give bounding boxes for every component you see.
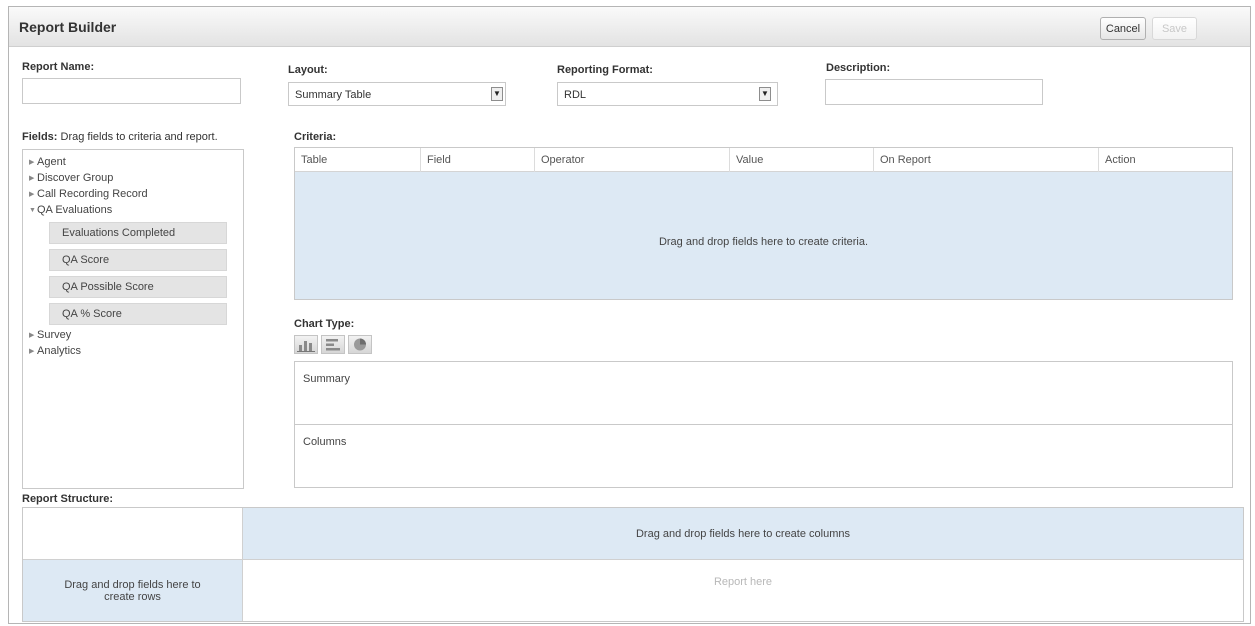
report-builder-window: Report Builder Cancel Save Report Name: … <box>8 6 1251 624</box>
fields-hint: Drag fields to criteria and report. <box>60 131 218 143</box>
report-structure-corner <box>23 508 243 560</box>
columns-drop-zone[interactable]: Columns <box>294 424 1233 488</box>
tree-item-label: QA Evaluations <box>37 204 113 216</box>
report-structure-grid: Drag and drop fields here to create colu… <box>22 507 1244 622</box>
summary-label: Summary <box>303 373 351 385</box>
reporting-format-select[interactable]: RDL <box>557 82 778 106</box>
report-name-input[interactable] <box>22 78 241 104</box>
layout-dropdown-icon[interactable]: ▼ <box>491 87 503 101</box>
field-evaluations-completed[interactable]: Evaluations Completed <box>49 222 227 244</box>
criteria-drop-zone[interactable]: Table Field Operator Value On Report Act… <box>294 147 1233 300</box>
criteria-empty-message: Drag and drop fields here to create crit… <box>658 236 869 248</box>
layout-label: Layout: <box>288 64 328 76</box>
criteria-label: Criteria: <box>294 131 337 143</box>
columns-drop-message: Drag and drop fields here to create colu… <box>635 527 850 540</box>
criteria-col-table: Table <box>301 154 328 166</box>
tree-item-qa-evaluations[interactable]: ▼QA Evaluations <box>29 204 112 216</box>
criteria-col-on-report: On Report <box>873 148 1098 172</box>
report-structure-label: Report Structure: <box>22 493 114 505</box>
tree-item-label: Call Recording Record <box>37 188 148 200</box>
tree-item-survey[interactable]: ▶ Survey <box>29 329 71 341</box>
criteria-col-field: Field <box>420 148 534 172</box>
layout-select[interactable]: Summary Table <box>288 82 506 106</box>
columns-structure-drop-zone[interactable]: Drag and drop fields here to create colu… <box>243 508 1243 560</box>
tree-item-label: Analytics <box>37 345 82 357</box>
criteria-header-row: Table Field Operator Value On Report Act… <box>295 148 1232 172</box>
expand-arrow-icon[interactable]: ▶ <box>29 174 37 182</box>
tree-item-agent[interactable]: ▶ Agent <box>29 156 66 168</box>
collapse-arrow-icon[interactable]: ▼ <box>29 207 37 214</box>
page-title: Report Builder <box>19 19 117 35</box>
fields-label: Fields: <box>22 131 58 143</box>
field-qa-score[interactable]: QA Score <box>49 249 227 271</box>
pie-chart-icon[interactable] <box>348 335 372 354</box>
field-qa-possible-score[interactable]: QA Possible Score <box>49 276 227 298</box>
tree-item-label: Survey <box>37 329 72 341</box>
criteria-col-action: Action <box>1098 148 1232 172</box>
bar-chart-icon[interactable] <box>294 335 318 354</box>
columns-label: Columns <box>303 436 347 448</box>
cancel-button[interactable]: Cancel <box>1100 17 1146 40</box>
summary-drop-zone[interactable]: Summary <box>294 361 1233 425</box>
expand-arrow-icon[interactable]: ▶ <box>29 347 37 355</box>
expand-arrow-icon[interactable]: ▶ <box>29 190 37 198</box>
fields-heading: Fields: Drag fields to criteria and repo… <box>22 131 218 143</box>
tree-item-label: Discover Group <box>37 172 114 184</box>
expand-arrow-icon[interactable]: ▶ <box>29 331 37 339</box>
reporting-format-dropdown-icon[interactable]: ▼ <box>759 87 771 101</box>
reporting-format-value: RDL <box>564 89 587 101</box>
tree-item-call-recording-record[interactable]: ▶ Call Recording Record <box>29 188 148 200</box>
horizontal-bar-chart-icon[interactable] <box>321 335 345 354</box>
fields-tree: ▶ Agent ▶ Discover Group ▶ Call Recording R… <box>22 149 244 489</box>
rows-drop-message: Drag and drop fields here to create rows <box>64 578 201 603</box>
tree-item-analytics[interactable]: ▶ Analytics <box>29 345 81 357</box>
report-name-label: Report Name: <box>22 61 95 73</box>
criteria-col-operator: Operator <box>534 148 729 172</box>
chart-type-label: Chart Type: <box>294 318 355 330</box>
report-placeholder: Report here <box>713 576 773 588</box>
expand-arrow-icon[interactable]: ▶ <box>29 158 37 166</box>
reporting-format-label: Reporting Format: <box>557 64 653 76</box>
title-bar: Report Builder Cancel Save <box>9 7 1250 47</box>
tree-item-label: Agent <box>37 156 66 168</box>
description-label: Description: <box>826 62 891 74</box>
description-input[interactable] <box>825 79 1043 105</box>
tree-item-discover-group[interactable]: ▶ Discover Group <box>29 172 113 184</box>
save-button[interactable]: Save <box>1152 17 1197 40</box>
layout-value: Summary Table <box>295 89 372 101</box>
criteria-col-value: Value <box>729 148 873 172</box>
field-qa-percent-score[interactable]: QA % Score <box>49 303 227 325</box>
report-preview-area: Report here <box>243 560 1243 621</box>
rows-structure-drop-zone[interactable]: Drag and drop fields here to create rows <box>23 560 243 621</box>
